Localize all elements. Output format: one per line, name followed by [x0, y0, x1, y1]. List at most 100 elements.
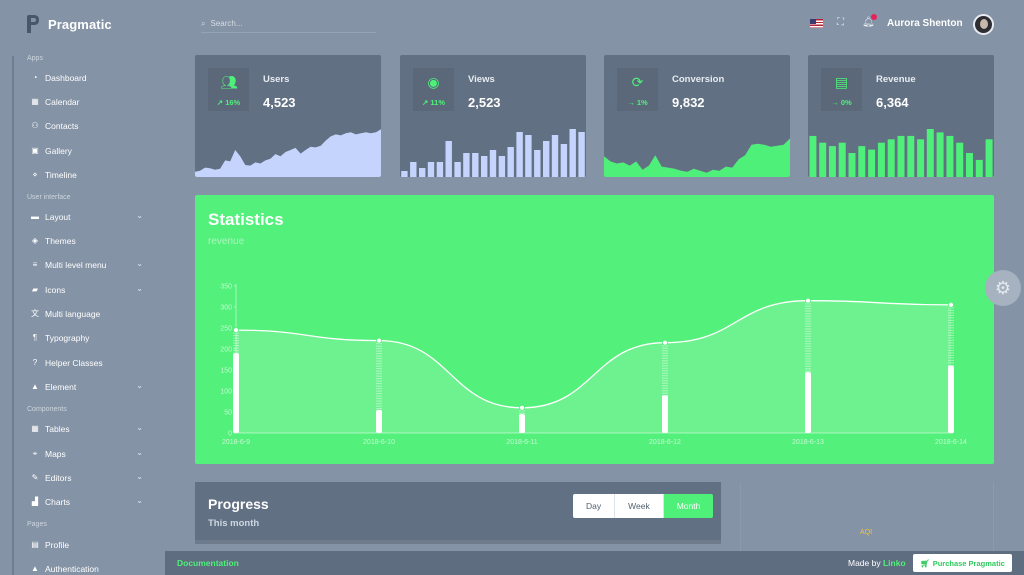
sidebar-item-label: Element [45, 382, 77, 392]
stat-delta: → 0% [821, 98, 862, 107]
app-name: Pragmatic [48, 16, 112, 32]
stat-delta: ↗ 16% [208, 98, 249, 107]
layout-icon: ▬ [31, 212, 39, 221]
x-tick-label: 2018-6-10 [363, 439, 395, 446]
tab-day[interactable]: Day [573, 494, 616, 518]
stat-icon-box: ▤ → 0% [821, 68, 862, 111]
translate-icon: 文 [31, 309, 39, 318]
stat-card-revenue: ▤ → 0% Revenue 6,364 [808, 55, 994, 177]
profile-card-icon: ▤ [31, 540, 39, 549]
sparkline-bar [907, 135, 915, 177]
sidebar-item-multi-level-menu[interactable]: ≡ Multi level menu ⌄ [30, 257, 145, 273]
avatar[interactable] [973, 14, 994, 35]
sidebar-item-typography[interactable]: ¶ Typography [30, 330, 145, 346]
sidebar-scrollbar[interactable] [12, 56, 14, 575]
tab-week[interactable]: Week [615, 494, 664, 518]
sidebar-item-helper-classes[interactable]: ? Helper Classes [30, 355, 145, 371]
sidebar-item-label: Authentication [45, 564, 99, 574]
users-icon: 👥︎ [220, 74, 238, 90]
sidebar-item-dashboard[interactable]: ◔ Dashboard [30, 70, 145, 86]
y-tick-label: 100 [220, 389, 232, 396]
series-bar [662, 395, 668, 433]
y-tick-label: 50 [224, 410, 232, 417]
chevron-down-icon: ⌄ [136, 259, 143, 268]
sidebar-item-themes[interactable]: ◈ Themes [30, 233, 145, 249]
sidebar-item-authentication[interactable]: ▲ Authentication [30, 561, 145, 575]
progress-panel: Progress This month Day Week Month [195, 482, 721, 544]
sidebar-item-element[interactable]: ▲ Element ⌄ [30, 379, 145, 395]
y-tick-label: 200 [220, 347, 232, 354]
fullscreen-icon[interactable]: ⛶ [837, 17, 848, 28]
sparkline-bar [551, 135, 559, 177]
sparkline-bar [489, 150, 497, 177]
x-tick-label: 2018-6-14 [935, 439, 967, 446]
settings-gear-icon[interactable]: ⚙ [985, 270, 1021, 306]
sparkline-bar [410, 162, 417, 177]
tab-month[interactable]: Month [663, 494, 714, 518]
purchase-button[interactable]: 🛒︎ Purchase Pragmatic [913, 554, 1012, 572]
trend-flat-icon: → [627, 98, 635, 107]
sparkline-chart [195, 129, 381, 177]
sidebar-item-label: Editors [45, 473, 72, 483]
sidebar-item-calendar[interactable]: ▦ Calendar [30, 94, 145, 110]
typography-icon: ¶ [32, 333, 38, 342]
period-toggle: Day Week Month [573, 494, 714, 518]
search-input[interactable]: ⌕ Search... [201, 15, 376, 33]
sidebar-item-multi-language[interactable]: 文 Multi language [30, 306, 145, 322]
notification-badge [871, 14, 877, 20]
sparkline-bar [966, 153, 973, 177]
us-flag-icon[interactable] [810, 19, 823, 28]
section-components: Components [27, 406, 67, 413]
data-point [948, 302, 954, 308]
data-point [376, 337, 382, 344]
sparkline-bar [427, 162, 435, 177]
search-placeholder: Search... [210, 19, 243, 28]
table-icon: ▦ [31, 424, 39, 433]
sidebar-item-label: Icons [45, 285, 66, 295]
sparkline-bar [985, 139, 993, 177]
stat-label: Conversion [672, 74, 725, 85]
sidebar-item-timeline[interactable]: ⋄ Timeline [30, 167, 145, 183]
sidebar-item-label: Profile [45, 540, 70, 550]
sparkline-bar [946, 135, 954, 177]
user-name[interactable]: Aurora Shenton [887, 18, 963, 29]
sidebar-item-label: Contacts [45, 121, 79, 131]
calendar-icon: ▦ [31, 97, 39, 106]
sidebar-item-label: Typography [45, 333, 90, 343]
sidebar-item-gallery[interactable]: ▣ Gallery [30, 143, 145, 159]
sidebar-item-editors[interactable]: ✎ Editors ⌄ [30, 470, 145, 486]
paint-bucket-icon: ◈ [31, 236, 39, 245]
sidebar-item-maps[interactable]: ⌖ Maps ⌄ [30, 446, 145, 462]
sidebar-item-charts[interactable]: ▟ Charts ⌄ [30, 494, 145, 510]
sparkline-bar [445, 141, 452, 177]
editor-icon: ✎ [31, 473, 39, 482]
made-by-link[interactable]: Linko [883, 558, 906, 568]
sidebar-item-label: Themes [45, 236, 76, 246]
x-tick-label: 2018-6-12 [649, 439, 681, 446]
trend-up-icon: ↗ [216, 98, 224, 107]
sparkline-bar [507, 147, 514, 177]
chevron-down-icon: ⌄ [136, 448, 143, 457]
data-point [519, 404, 525, 411]
sidebar-item-layout[interactable]: ▬ Layout ⌄ [30, 209, 145, 225]
sidebar: Pragmatic Apps User interface Components… [0, 0, 165, 575]
sidebar-item-profile[interactable]: ▤ Profile [30, 537, 145, 553]
documentation-link[interactable]: Documentation [177, 558, 239, 568]
conversion-icon: ⟳ [631, 74, 644, 90]
sidebar-item-tables[interactable]: ▦ Tables ⌄ [30, 421, 145, 437]
aqi-panel [740, 482, 994, 552]
stat-icon-box: ◉ ↗ 11% [413, 68, 454, 111]
stat-label: Revenue [876, 74, 916, 85]
sidebar-item-label: Gallery [45, 146, 72, 156]
stat-delta: ↗ 11% [413, 98, 454, 107]
sidebar-item-contacts[interactable]: ⚇ Contacts [30, 118, 145, 134]
series-bar [233, 353, 239, 433]
data-point [805, 297, 811, 304]
sidebar-item-icons[interactable]: ▰ Icons ⌄ [30, 282, 145, 298]
sparkline-bar [463, 153, 470, 177]
brand[interactable]: Pragmatic [26, 14, 112, 34]
sidebar-item-label: Dashboard [45, 73, 87, 83]
stat-card-conversion: ⟳ → 1% Conversion 9,832 [604, 55, 790, 177]
sparkline-area [195, 129, 381, 177]
stat-value: 6,364 [876, 95, 909, 110]
